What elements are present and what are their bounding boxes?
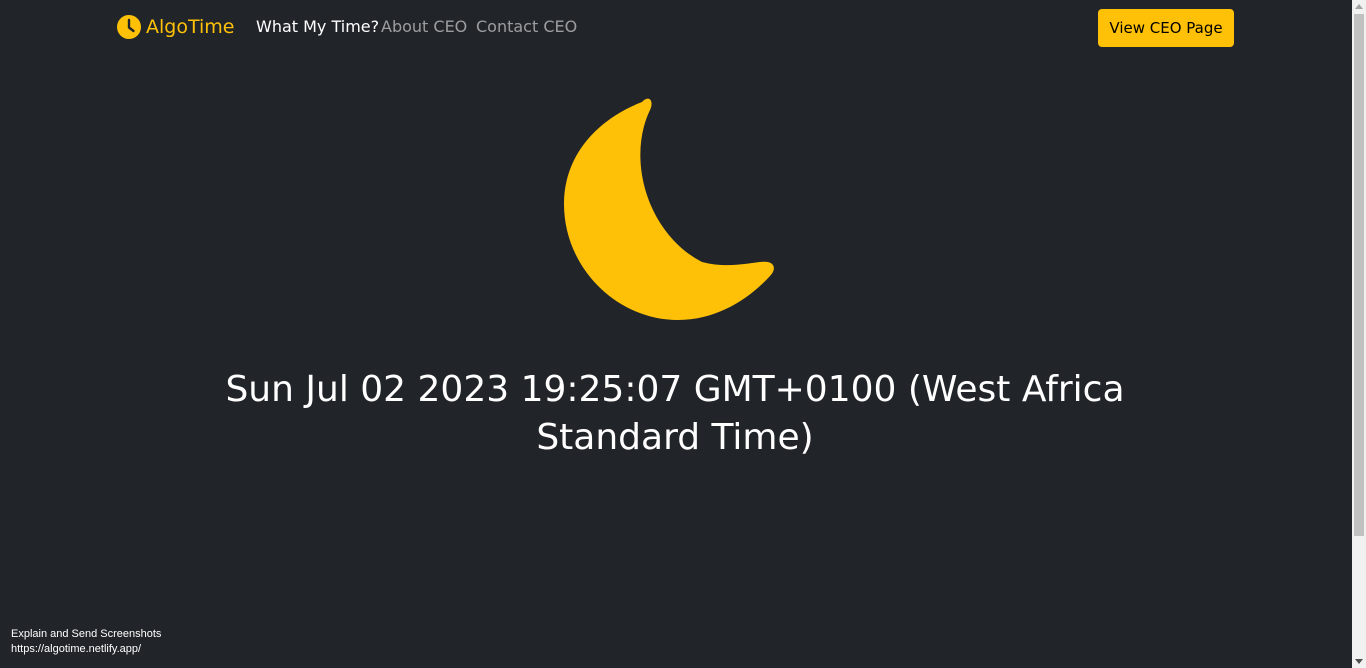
vertical-scrollbar[interactable] <box>1352 0 1366 668</box>
nav-link-contact-ceo[interactable]: Contact CEO <box>476 17 577 36</box>
overlay-url: https://algotime.netlify.app/ <box>11 643 142 655</box>
clock-icon <box>117 15 141 39</box>
screenshot-overlay: Explain and Send Screenshots https://alg… <box>11 627 161 657</box>
page: AlgoTime What My Time? About CEO Contact… <box>0 0 1366 668</box>
navbar: AlgoTime What My Time? About CEO Contact… <box>0 0 1352 56</box>
view-ceo-page-button[interactable]: View CEO Page <box>1098 9 1234 47</box>
brand-name: AlgoTime <box>146 16 235 38</box>
overlay-title: Explain and Send Screenshots <box>11 628 162 640</box>
scroll-up-icon[interactable] <box>1355 4 1363 9</box>
nav-link-about-ceo[interactable]: About CEO <box>381 17 467 36</box>
moon-icon <box>564 98 774 320</box>
current-datetime: Sun Jul 02 2023 19:25:07 GMT+0100 (West … <box>225 369 1125 458</box>
scroll-down-icon[interactable] <box>1355 659 1363 664</box>
scrollbar-thumb[interactable] <box>1354 14 1364 536</box>
nav-link-what-my-time[interactable]: What My Time? <box>256 17 379 36</box>
brand-link[interactable]: AlgoTime <box>117 15 234 39</box>
